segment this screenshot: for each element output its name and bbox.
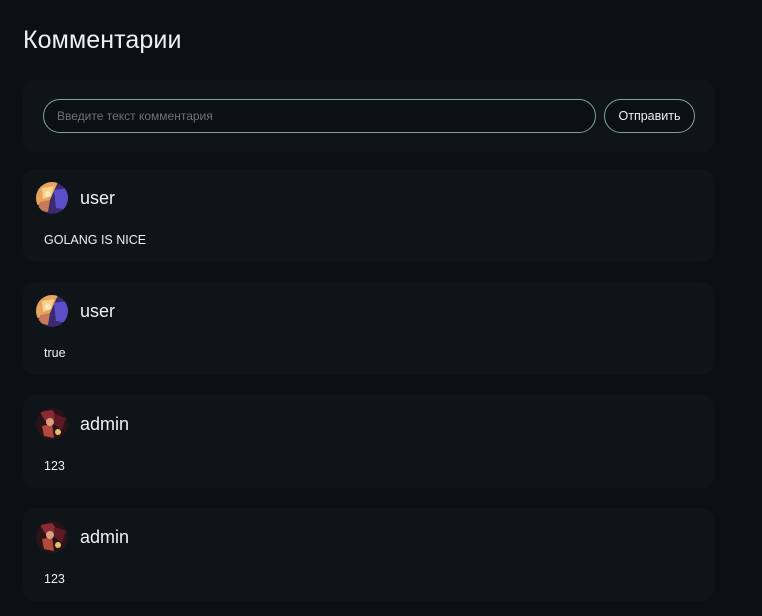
admin-avatar-image bbox=[36, 521, 68, 553]
user-avatar-image bbox=[36, 182, 68, 214]
comment-username[interactable]: user bbox=[80, 188, 115, 209]
comment-card: admin 123 bbox=[23, 508, 714, 601]
comment-username[interactable]: admin bbox=[80, 527, 129, 548]
page-title: Комментарии bbox=[23, 26, 182, 54]
admin-avatar[interactable] bbox=[36, 521, 68, 553]
comment-username[interactable]: admin bbox=[80, 414, 129, 435]
comment-text: GOLANG IS NICE bbox=[44, 233, 147, 247]
user-avatar[interactable] bbox=[36, 295, 68, 327]
comment-card: user true bbox=[23, 282, 714, 375]
comment-card: user GOLANG IS NICE bbox=[23, 169, 714, 262]
comment-username[interactable]: user bbox=[80, 301, 115, 322]
user-avatar[interactable] bbox=[36, 182, 68, 214]
comment-card: admin 123 bbox=[23, 395, 714, 488]
admin-avatar[interactable] bbox=[36, 408, 68, 440]
comments-page: Комментарии Отправить user GOLANG IS NIC… bbox=[0, 0, 762, 616]
comment-text: 123 bbox=[44, 459, 65, 473]
comment-input[interactable] bbox=[43, 99, 596, 133]
send-button[interactable]: Отправить bbox=[604, 99, 695, 133]
comment-composer: Отправить bbox=[23, 80, 714, 152]
comment-text: true bbox=[44, 346, 66, 360]
admin-avatar-image bbox=[36, 408, 68, 440]
user-avatar-image bbox=[36, 295, 68, 327]
comment-text: 123 bbox=[44, 572, 65, 586]
